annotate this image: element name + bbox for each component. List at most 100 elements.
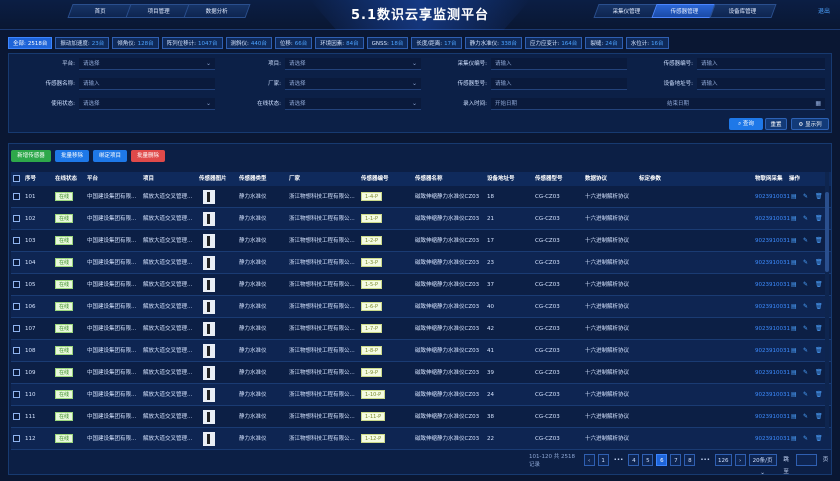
row-checkbox[interactable] — [13, 281, 20, 288]
show-columns-button[interactable]: ⚙ 显示列 — [791, 118, 829, 130]
start-date-placeholder[interactable]: 开始日期 — [495, 101, 517, 107]
project-select[interactable]: 请选择 ⌄ — [285, 58, 421, 70]
edit-icon[interactable]: ✎ — [803, 274, 808, 296]
table-row[interactable]: 104 在线 中国建设集团有限... 解放大道交叉管理... 静力水准仪 浙江物… — [11, 252, 831, 274]
delete-icon[interactable]: 🗑 — [815, 340, 823, 362]
edit-icon[interactable]: ✎ — [803, 186, 808, 208]
edit-icon[interactable]: ✎ — [803, 384, 808, 406]
delete-icon[interactable]: 🗑 — [815, 428, 823, 450]
table-row[interactable]: 101 在线 中国建设集团有限... 解放大道交叉管理... 静力水准仪 浙江物… — [11, 186, 831, 208]
sensor-image[interactable] — [203, 388, 215, 402]
sensor-image[interactable] — [203, 300, 215, 314]
detail-icon[interactable]: ▤ — [791, 340, 797, 362]
entry-time-range[interactable]: 开始日期 结束日期 ▦ — [491, 98, 825, 110]
select-all-checkbox[interactable] — [13, 175, 20, 182]
edit-icon[interactable]: ✎ — [803, 208, 808, 230]
iot-link[interactable]: 9023910031 — [755, 340, 790, 362]
stat-chip[interactable]: 测斜仪: 440台 — [225, 37, 272, 49]
use-status-select[interactable]: 请选择 ⌄ — [79, 98, 215, 110]
iot-link[interactable]: 9023910031 — [755, 230, 790, 252]
sensor-image[interactable] — [203, 344, 215, 358]
delete-icon[interactable]: 🗑 — [815, 252, 823, 274]
table-row[interactable]: 112 在线 中国建设集团有限... 解放大道交叉管理... 静力水准仪 浙江物… — [11, 428, 831, 450]
reset-button[interactable]: 重置 — [765, 118, 787, 130]
page-number[interactable]: 6 — [656, 454, 668, 466]
sensor-image[interactable] — [203, 256, 215, 270]
edit-icon[interactable]: ✎ — [803, 318, 808, 340]
page-ellipsis[interactable]: ••• — [612, 454, 626, 466]
add-sensor-button[interactable]: 新增传感器 — [11, 150, 51, 162]
nav-collector-management[interactable]: 采集仪管理 — [593, 4, 661, 18]
detail-icon[interactable]: ▤ — [791, 296, 797, 318]
row-checkbox[interactable] — [13, 193, 20, 200]
page-number[interactable]: 7 — [670, 454, 682, 466]
next-page-button[interactable]: › — [734, 454, 746, 466]
vendor-select[interactable]: 请选择 ⌄ — [285, 78, 421, 90]
stat-chip[interactable]: 阵列位移计: 1047台 — [161, 37, 223, 49]
page-ellipsis[interactable]: ••• — [698, 454, 712, 466]
edit-icon[interactable]: ✎ — [803, 406, 808, 428]
prev-page-button[interactable]: ‹ — [583, 454, 595, 466]
page-size-select[interactable]: 20条/页 ⌄ — [748, 454, 777, 476]
detail-icon[interactable]: ▤ — [791, 362, 797, 384]
row-checkbox[interactable] — [13, 259, 20, 266]
stat-chip[interactable]: 应力应变计: 164台 — [524, 37, 583, 49]
page-number[interactable]: 8 — [684, 454, 696, 466]
table-row[interactable]: 110 在线 中国建设集团有限... 解放大道交叉管理... 静力水准仪 浙江物… — [11, 384, 831, 406]
stat-chip[interactable]: 位移: 66台 — [274, 37, 313, 49]
iot-link[interactable]: 9023910031 — [755, 318, 790, 340]
edit-icon[interactable]: ✎ — [803, 362, 808, 384]
edit-icon[interactable]: ✎ — [803, 252, 808, 274]
page-number[interactable]: 126 — [715, 454, 732, 466]
nav-project-management[interactable]: 项目管理 — [125, 4, 193, 18]
stat-chip-all[interactable]: 全部: 2518台 — [8, 37, 53, 49]
delete-icon[interactable]: 🗑 — [815, 296, 823, 318]
iot-link[interactable]: 9023910031 — [755, 406, 790, 428]
bind-project-button[interactable]: 绑定项目 — [93, 150, 127, 162]
iot-link[interactable]: 9023910031 — [755, 208, 790, 230]
stat-chip[interactable]: 长度/距离: 17台 — [411, 37, 462, 49]
sensor-name-input[interactable]: 请输入 — [79, 78, 215, 90]
delete-icon[interactable]: 🗑 — [815, 230, 823, 252]
sensor-image[interactable] — [203, 432, 215, 446]
detail-icon[interactable]: ▤ — [791, 428, 797, 450]
sensor-image[interactable] — [203, 212, 215, 226]
detail-icon[interactable]: ▤ — [791, 230, 797, 252]
online-status-select[interactable]: 请选择 ⌄ — [285, 98, 421, 110]
iot-link[interactable]: 9023910031 — [755, 274, 790, 296]
iot-link[interactable]: 9023910031 — [755, 428, 790, 450]
row-checkbox[interactable] — [13, 413, 20, 420]
row-checkbox[interactable] — [13, 303, 20, 310]
row-checkbox[interactable] — [13, 237, 20, 244]
detail-icon[interactable]: ▤ — [791, 208, 797, 230]
detail-icon[interactable]: ▤ — [791, 318, 797, 340]
edit-icon[interactable]: ✎ — [803, 296, 808, 318]
delete-icon[interactable]: 🗑 — [815, 384, 823, 406]
table-scrollbar[interactable] — [825, 172, 829, 436]
sensor-image[interactable] — [203, 278, 215, 292]
detail-icon[interactable]: ▤ — [791, 252, 797, 274]
page-number[interactable]: 5 — [642, 454, 654, 466]
stat-chip[interactable]: 振动加速度: 23台 — [55, 37, 110, 49]
iot-link[interactable]: 9023910031 — [755, 186, 790, 208]
table-row[interactable]: 109 在线 中国建设集团有限... 解放大道交叉管理... 静力水准仪 浙江物… — [11, 362, 831, 384]
nav-home[interactable]: 首页 — [67, 4, 135, 18]
sensor-image[interactable] — [203, 366, 215, 380]
delete-icon[interactable]: 🗑 — [815, 406, 823, 428]
edit-icon[interactable]: ✎ — [803, 230, 808, 252]
collector-no-input[interactable]: 请输入 — [491, 58, 627, 70]
sensor-image[interactable] — [203, 410, 215, 424]
edit-icon[interactable]: ✎ — [803, 428, 808, 450]
row-checkbox[interactable] — [13, 215, 20, 222]
row-checkbox[interactable] — [13, 325, 20, 332]
row-checkbox[interactable] — [13, 391, 20, 398]
batch-delete-button[interactable]: 批量删除 — [131, 150, 165, 162]
table-row[interactable]: 111 在线 中国建设集团有限... 解放大道交叉管理... 静力水准仪 浙江物… — [11, 406, 831, 428]
page-number[interactable]: 1 — [597, 454, 609, 466]
end-date-placeholder[interactable]: 结束日期 — [667, 98, 689, 110]
nav-device-library[interactable]: 设备库管理 — [709, 4, 777, 18]
table-row[interactable]: 103 在线 中国建设集团有限... 解放大道交叉管理... 静力水准仪 浙江物… — [11, 230, 831, 252]
table-row[interactable]: 102 在线 中国建设集团有限... 解放大道交叉管理... 静力水准仪 浙江物… — [11, 208, 831, 230]
logout-link[interactable]: 退出 — [818, 6, 830, 15]
row-checkbox[interactable] — [13, 369, 20, 376]
